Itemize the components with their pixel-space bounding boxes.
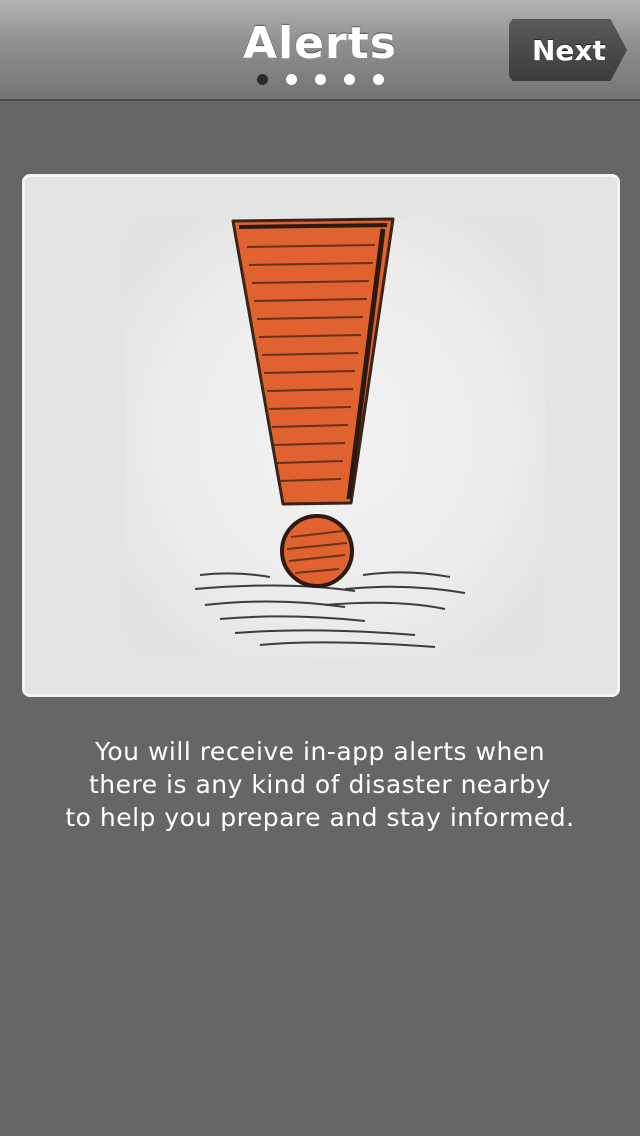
- next-button[interactable]: Next: [509, 19, 627, 81]
- page-dot-3: [314, 74, 326, 85]
- onboarding-screen: Alerts Next You will receive in-app aler…: [0, 0, 640, 1136]
- description-line-1: You will receive in-app alerts when: [94, 737, 546, 766]
- description-text: You will receive in-app alerts when ther…: [40, 735, 600, 834]
- description-line-2: there is any kind of disaster nearby: [88, 770, 552, 799]
- page-dot-2: [285, 74, 297, 85]
- page-dot-1: [256, 74, 268, 85]
- page-dot-4: [343, 74, 355, 85]
- page-dot-5: [372, 74, 384, 85]
- illustration-card: [22, 174, 620, 697]
- exclamation-mark-icon: [25, 177, 617, 694]
- navigation-bar: Alerts Next: [0, 0, 640, 101]
- description-line-3: to help you prepare and stay informed.: [65, 803, 575, 832]
